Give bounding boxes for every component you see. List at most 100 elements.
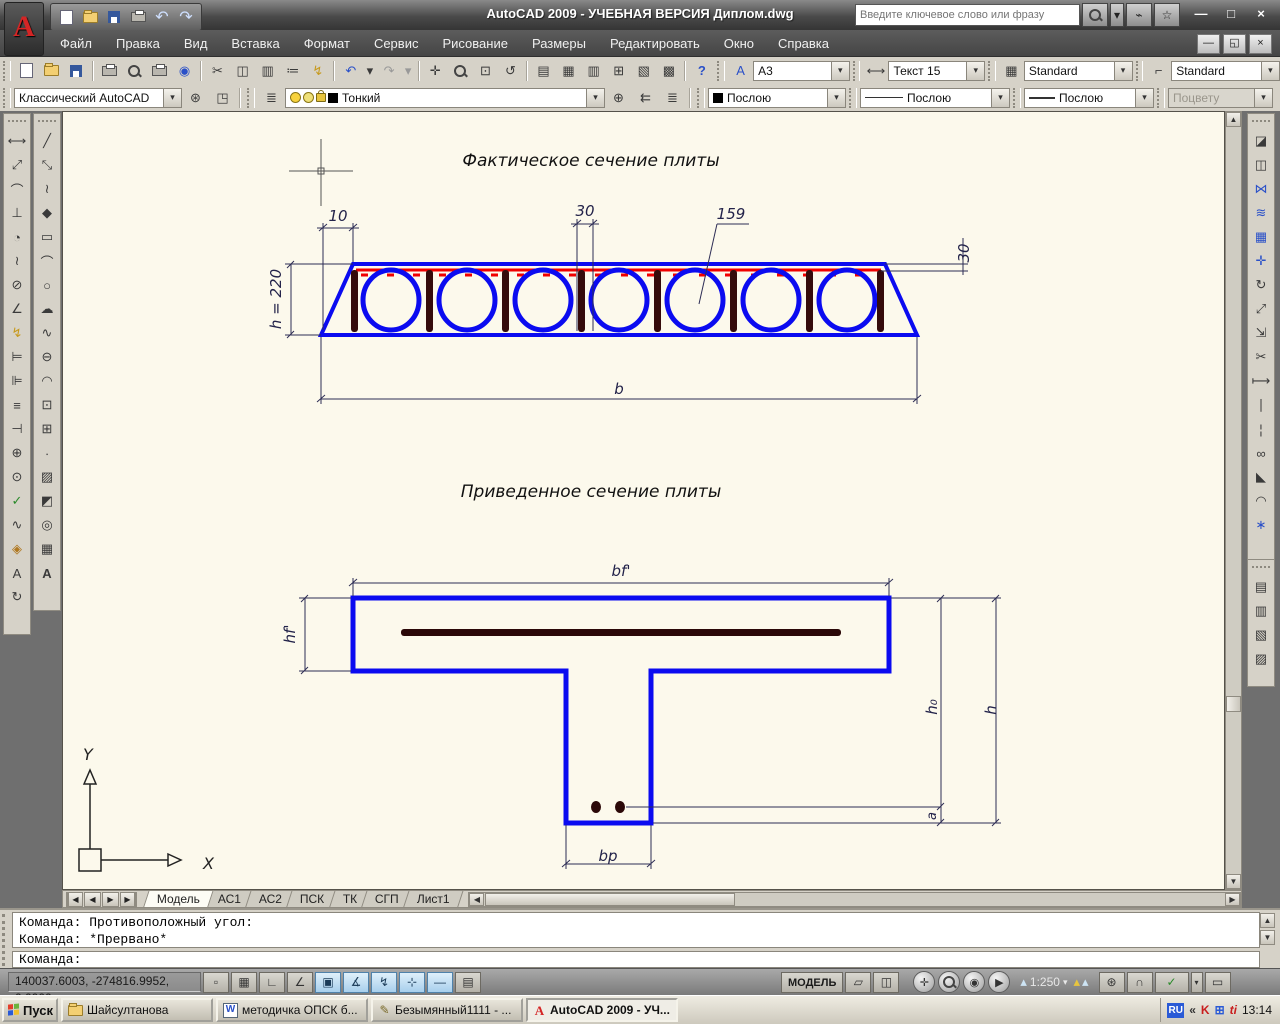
tool-palettes-button[interactable]: ▥	[582, 59, 605, 83]
dim-radius-button[interactable]: ◔	[6, 225, 28, 249]
spline-button[interactable]: ∿	[36, 321, 58, 345]
move-button[interactable]: ✛	[1250, 249, 1272, 273]
send-under-button[interactable]: ▨	[1250, 647, 1272, 671]
scale-button[interactable]: ⤢	[1250, 297, 1272, 321]
table-button[interactable]: ▦	[36, 537, 58, 561]
tolerance-button[interactable]: ⊕	[6, 441, 28, 465]
toolbar-grip[interactable]	[1252, 566, 1270, 572]
menu-draw[interactable]: Рисование	[430, 32, 519, 55]
plot-button[interactable]	[98, 59, 121, 83]
toolbar-grip[interactable]	[3, 87, 11, 108]
extend-button[interactable]: ⟼	[1250, 369, 1272, 393]
erase-button[interactable]: ◪	[1250, 129, 1272, 153]
text-style-manager-button[interactable]: A	[729, 59, 752, 83]
toolbar-grip[interactable]	[247, 87, 255, 108]
menu-tools[interactable]: Сервис	[362, 32, 431, 55]
toolbar-lock-button[interactable]: ∩	[1126, 971, 1153, 993]
break-button[interactable]: ¦	[1250, 417, 1272, 441]
taskbar-item-folder[interactable]: Шайсултанова	[61, 998, 213, 1022]
vertical-scrollbar[interactable]: ▲ ▼	[1225, 111, 1242, 890]
toolbar-grip[interactable]	[1252, 120, 1270, 126]
properties-palette-button[interactable]: ▤	[532, 59, 555, 83]
ellipse-arc-button[interactable]: ◠	[36, 369, 58, 393]
zoom-realtime-button[interactable]	[449, 59, 472, 83]
dim-text-edit-button[interactable]: A	[6, 561, 28, 585]
snagit-tray-icon[interactable]: ti	[1230, 1003, 1237, 1017]
pan-button[interactable]: ✛	[424, 59, 447, 83]
menu-view[interactable]: Вид	[172, 32, 220, 55]
toolbar-grip[interactable]	[1157, 87, 1165, 108]
rotate-button[interactable]: ↻	[1250, 273, 1272, 297]
dim-jogged-linear-button[interactable]: ∿	[6, 513, 28, 537]
dim-edit-button[interactable]: ◈	[6, 537, 28, 561]
help-button[interactable]: ?	[690, 59, 713, 83]
explode-button[interactable]: ∗	[1250, 513, 1272, 537]
table-style-combo[interactable]: Standard ▾	[1023, 60, 1133, 81]
quick-dimension-button[interactable]: ↯	[6, 321, 28, 345]
dim-break-button[interactable]: ⊣	[6, 417, 28, 441]
plot-button[interactable]	[127, 7, 149, 27]
ellipse-button[interactable]: ⊖	[36, 345, 58, 369]
scroll-up-button[interactable]: ▲	[1260, 913, 1275, 928]
plot-preview-button[interactable]	[123, 59, 146, 83]
send-to-back-button[interactable]: ▥	[1250, 599, 1272, 623]
rectangle-button[interactable]: ▭	[36, 225, 58, 249]
command-scrollbar[interactable]: ▲ ▼	[1260, 913, 1276, 947]
cut-button[interactable]: ✂	[206, 59, 229, 83]
bring-to-front-button[interactable]: ▤	[1250, 575, 1272, 599]
scroll-down-button[interactable]: ▼	[1226, 874, 1241, 889]
scroll-up-button[interactable]: ▲	[1226, 112, 1241, 127]
zoom-tool-button[interactable]	[938, 971, 961, 993]
toolbar-grip[interactable]	[1135, 60, 1144, 81]
osnap-toggle[interactable]: ▣	[315, 971, 341, 993]
hatch-button[interactable]: ▨	[36, 465, 58, 489]
workspace-switch-button[interactable]: ⊛	[1098, 971, 1125, 993]
tray-collapse-icon[interactable]: «	[1189, 1003, 1196, 1017]
language-indicator[interactable]: RU	[1167, 1002, 1185, 1018]
dim-continue-button[interactable]: ⊫	[6, 369, 28, 393]
stretch-button[interactable]: ⇲	[1250, 321, 1272, 345]
sheet-set-manager-button[interactable]: ⊞	[607, 59, 630, 83]
mirror-button[interactable]: ⋈	[1250, 177, 1272, 201]
lineweight-combo[interactable]: Послою ▾	[1024, 87, 1154, 108]
toolbar-grip[interactable]	[697, 87, 705, 108]
copy-object-button[interactable]: ◫	[1250, 153, 1272, 177]
dim-style-manager-button[interactable]: ⟷	[864, 59, 887, 83]
autocad-logo-icon[interactable]: A	[4, 2, 44, 56]
scrollbar-thumb[interactable]	[1226, 696, 1241, 712]
antivirus-tray-icon[interactable]: K	[1201, 1003, 1210, 1017]
toolbar-grip[interactable]	[1013, 87, 1021, 108]
coordinates-display[interactable]: 140037.6003, -274816.9952, 0.0000	[8, 972, 201, 1005]
redo-button[interactable]: ↷	[175, 7, 197, 27]
menu-edit[interactable]: Правка	[104, 32, 172, 55]
tab-model[interactable]: Модель	[143, 890, 214, 907]
annotation-scale-control[interactable]: ▴ 1:250 ▾	[1020, 974, 1067, 990]
3d-dwf-button[interactable]: ◉	[173, 59, 196, 83]
scrollbar-thumb[interactable]	[485, 893, 736, 906]
show-motion-button[interactable]: ▶	[988, 971, 1011, 993]
menu-format[interactable]: Формат	[292, 32, 362, 55]
steering-wheel-button[interactable]: ◉	[963, 971, 986, 993]
arc-button[interactable]: ⌒	[36, 249, 58, 273]
ducs-toggle[interactable]: ↯	[371, 971, 397, 993]
pan-tool-button[interactable]: ✛	[913, 971, 936, 993]
mtext-button[interactable]: A	[36, 561, 58, 585]
first-tab-button[interactable]: ◀	[66, 892, 83, 907]
dim-arc-length-button[interactable]: ⌒	[6, 177, 28, 201]
menu-dimension[interactable]: Размеры	[520, 32, 598, 55]
dim-inspect-button[interactable]: ✓	[6, 489, 28, 513]
open-button[interactable]	[40, 59, 63, 83]
otrack-toggle[interactable]: ∡	[343, 971, 369, 993]
dim-space-button[interactable]: ≡	[6, 393, 28, 417]
new-button[interactable]	[15, 59, 38, 83]
next-tab-button[interactable]: ▶	[102, 892, 119, 907]
point-button[interactable]: ∙	[36, 441, 58, 465]
trim-button[interactable]: ✂	[1250, 345, 1272, 369]
undo-dropdown[interactable]: ▾	[364, 59, 375, 83]
fillet-button[interactable]: ◠	[1250, 489, 1272, 513]
menu-insert[interactable]: Вставка	[219, 32, 291, 55]
copy-button[interactable]: ◫	[231, 59, 254, 83]
status-bar-menu-button[interactable]: ✓	[1154, 971, 1189, 993]
command-history[interactable]: Команда: Противоположный угол: Команда: …	[12, 912, 1260, 948]
zoom-previous-button[interactable]: ↺	[499, 59, 522, 83]
